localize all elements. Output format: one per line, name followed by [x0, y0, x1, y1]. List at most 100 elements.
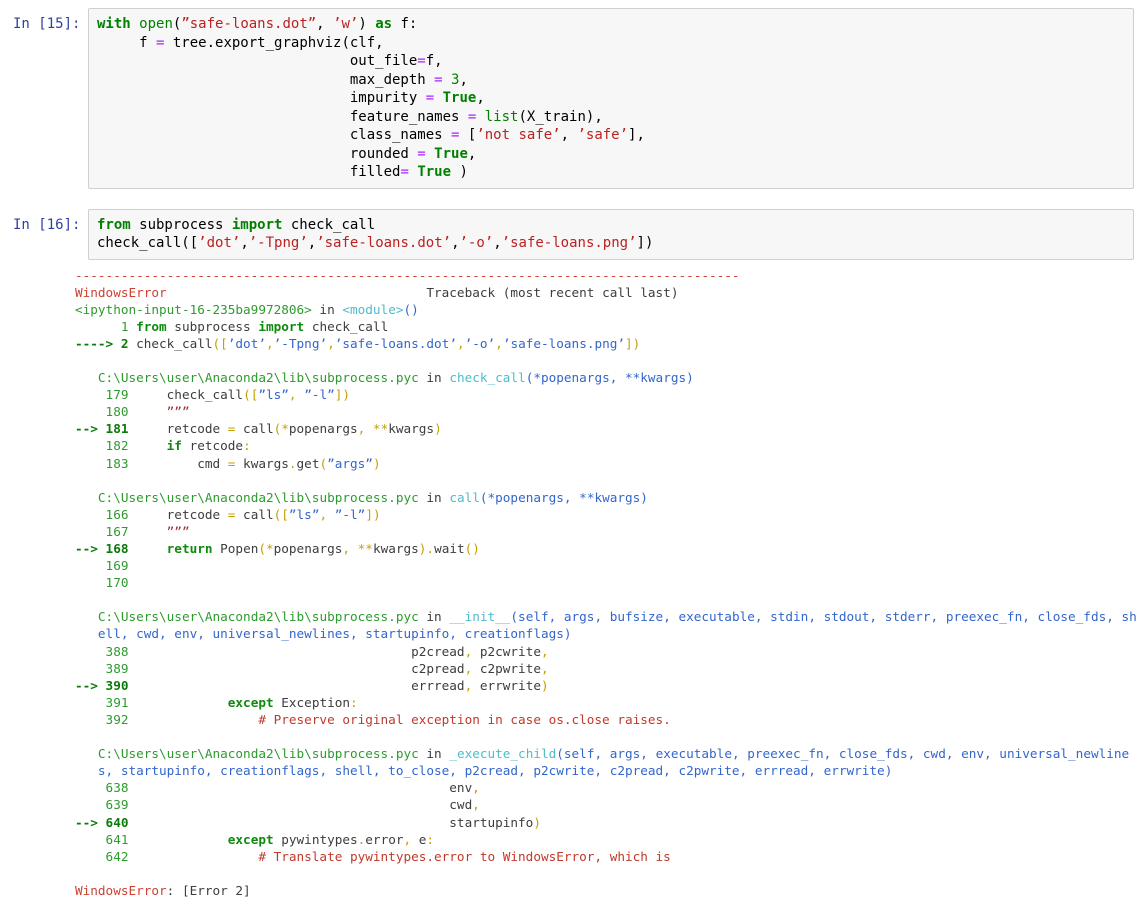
- token: ,: [495, 336, 503, 351]
- token: 180: [75, 404, 136, 419]
- token: , **: [358, 421, 389, 436]
- code-lines-15[interactable]: with open(”safe-loans.dot”, ’w’) as f: f…: [97, 15, 1125, 182]
- token: out_file: [97, 53, 417, 69]
- token: cwd: [136, 797, 472, 812]
- token: 391: [75, 695, 136, 710]
- token: call: [449, 490, 480, 505]
- token: retcode: [182, 438, 243, 453]
- token: import: [258, 319, 304, 334]
- token: [443, 72, 451, 88]
- token: C:\Users\user\Anaconda2\lib\subprocess.p…: [98, 490, 419, 505]
- token: ([: [213, 336, 228, 351]
- token: [136, 541, 167, 556]
- token: call: [235, 507, 273, 522]
- token: impurity: [97, 90, 426, 106]
- token: get: [297, 456, 320, 471]
- token: [131, 16, 139, 32]
- token: # Translate pywintypes.error to WindowsE…: [258, 849, 670, 864]
- token: :: [426, 832, 434, 847]
- token: retcode: [136, 421, 228, 436]
- token: ,: [289, 387, 297, 402]
- token: call: [235, 421, 273, 436]
- token: ’-o’: [460, 235, 494, 251]
- token: popenargs: [274, 541, 343, 556]
- output-prompt-spacer: [0, 267, 75, 899]
- token: [75, 626, 98, 641]
- token: =: [434, 72, 442, 88]
- token: [: [459, 127, 476, 143]
- token: ]): [335, 387, 350, 402]
- token: 639: [75, 797, 136, 812]
- token: 179: [75, 387, 136, 402]
- token: ,: [327, 336, 335, 351]
- token: (: [319, 456, 327, 471]
- code-editor-15[interactable]: with open(”safe-loans.dot”, ’w’) as f: f…: [88, 8, 1134, 189]
- token: 392: [75, 712, 136, 727]
- token: 642: [75, 849, 136, 864]
- token: , **: [342, 541, 373, 556]
- token: [426, 146, 434, 162]
- token: [476, 109, 484, 125]
- input-prompt-16: In [16]:: [0, 209, 88, 234]
- token: ,: [316, 16, 333, 32]
- token: except: [228, 695, 274, 710]
- token: =: [417, 53, 425, 69]
- token: e: [411, 832, 426, 847]
- token: subprocess: [167, 319, 259, 334]
- token: 388: [75, 644, 136, 659]
- token: ): [541, 678, 549, 693]
- token: ,: [561, 127, 578, 143]
- token: popenargs: [289, 421, 358, 436]
- token: ): [358, 16, 375, 32]
- token: ”ls”: [289, 507, 320, 522]
- output-area: ----------------------------------------…: [0, 267, 1145, 899]
- token: import: [232, 217, 283, 233]
- token: errwrite: [472, 678, 541, 693]
- token: env: [136, 780, 472, 795]
- token: :: [350, 695, 358, 710]
- token: 1: [75, 319, 136, 334]
- token: ’dot’: [198, 235, 240, 251]
- token: p2cwrite: [472, 644, 541, 659]
- token: p2cread: [136, 644, 464, 659]
- token: (X_train),: [518, 109, 602, 125]
- token: C:\Users\user\Anaconda2\lib\subprocess.p…: [98, 370, 419, 385]
- token: ’safe-loans.png’: [502, 235, 637, 251]
- token: ’not safe’: [476, 127, 560, 143]
- token: True: [443, 90, 477, 106]
- token: ,: [472, 780, 480, 795]
- token: ,: [319, 507, 327, 522]
- token: [327, 507, 335, 522]
- token: class_names: [97, 127, 451, 143]
- token: ’-o’: [465, 336, 496, 351]
- token: ,: [459, 72, 467, 88]
- token: --> 181: [75, 421, 136, 436]
- token: kwargs: [388, 421, 434, 436]
- token: ----> 2: [75, 336, 136, 351]
- token: ’dot’: [228, 336, 266, 351]
- token: max_depth: [97, 72, 434, 88]
- token: ,: [493, 235, 501, 251]
- token: open: [139, 16, 173, 32]
- token: check_call([: [97, 235, 198, 251]
- token: # Preserve original exception in case os…: [258, 712, 670, 727]
- token: ell, cwd, env, universal_newlines, start…: [98, 626, 572, 641]
- token: subprocess: [131, 217, 232, 233]
- token: =: [400, 164, 408, 180]
- token: 170: [75, 575, 136, 590]
- token: ’w’: [333, 16, 358, 32]
- token: ,: [541, 644, 549, 659]
- token: check_call: [136, 387, 243, 402]
- token: ”ls”: [258, 387, 289, 402]
- token: kwargs: [235, 456, 288, 471]
- token: if: [167, 438, 182, 453]
- token: [136, 849, 258, 864]
- token: ]): [637, 235, 654, 251]
- code-editor-16[interactable]: from subprocess import check_call check_…: [88, 209, 1134, 260]
- token: [75, 609, 98, 624]
- token: in: [419, 609, 450, 624]
- token: ’-Tpng’: [249, 235, 308, 251]
- token: as: [375, 16, 392, 32]
- token: C:\Users\user\Anaconda2\lib\subprocess.p…: [98, 609, 419, 624]
- code-lines-16[interactable]: from subprocess import check_call check_…: [97, 216, 1125, 253]
